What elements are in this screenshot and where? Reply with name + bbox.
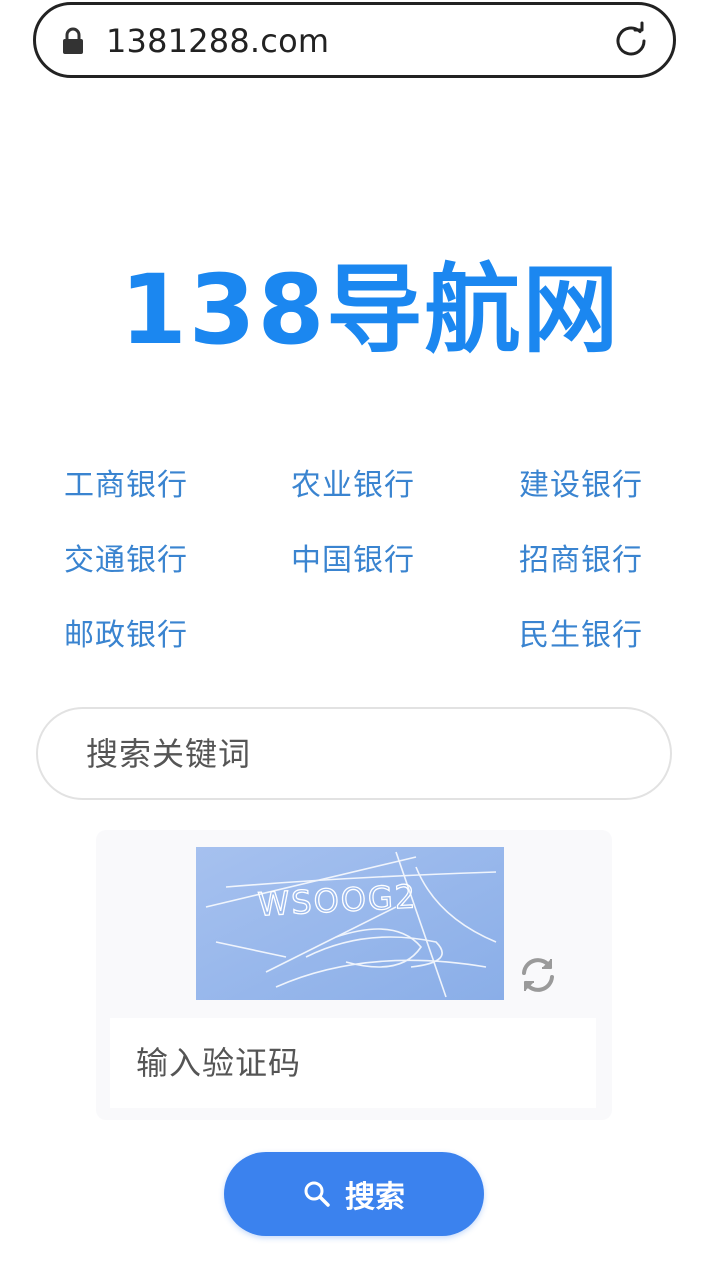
url-text[interactable]: 1381288.com	[106, 22, 329, 60]
search-button[interactable]: 搜索	[224, 1152, 484, 1236]
bank-link-icbc[interactable]: 工商银行	[64, 460, 188, 504]
bank-link-psbc[interactable]: 邮政银行	[64, 610, 188, 654]
reload-icon[interactable]	[611, 21, 651, 61]
address-bar[interactable]: 1381288.com	[33, 2, 676, 78]
site-logo: 138导航网	[120, 254, 621, 366]
bank-link-ccb[interactable]: 建设银行	[519, 460, 643, 504]
bank-link-boc[interactable]: 中国银行	[291, 535, 415, 579]
refresh-icon[interactable]	[518, 955, 558, 995]
captcha-input[interactable]	[110, 1018, 596, 1108]
search-icon	[304, 1181, 330, 1207]
lock-icon	[63, 27, 83, 54]
search-input[interactable]	[36, 707, 672, 800]
bank-link-abc[interactable]: 农业银行	[291, 460, 415, 504]
bank-link-cmbc[interactable]: 民生银行	[519, 610, 643, 654]
bank-link-cmb[interactable]: 招商银行	[519, 535, 643, 579]
bank-link-bocom[interactable]: 交通银行	[64, 535, 188, 579]
captcha-image[interactable]: WSOOG2	[196, 847, 504, 1000]
search-button-label: 搜索	[345, 1180, 405, 1215]
